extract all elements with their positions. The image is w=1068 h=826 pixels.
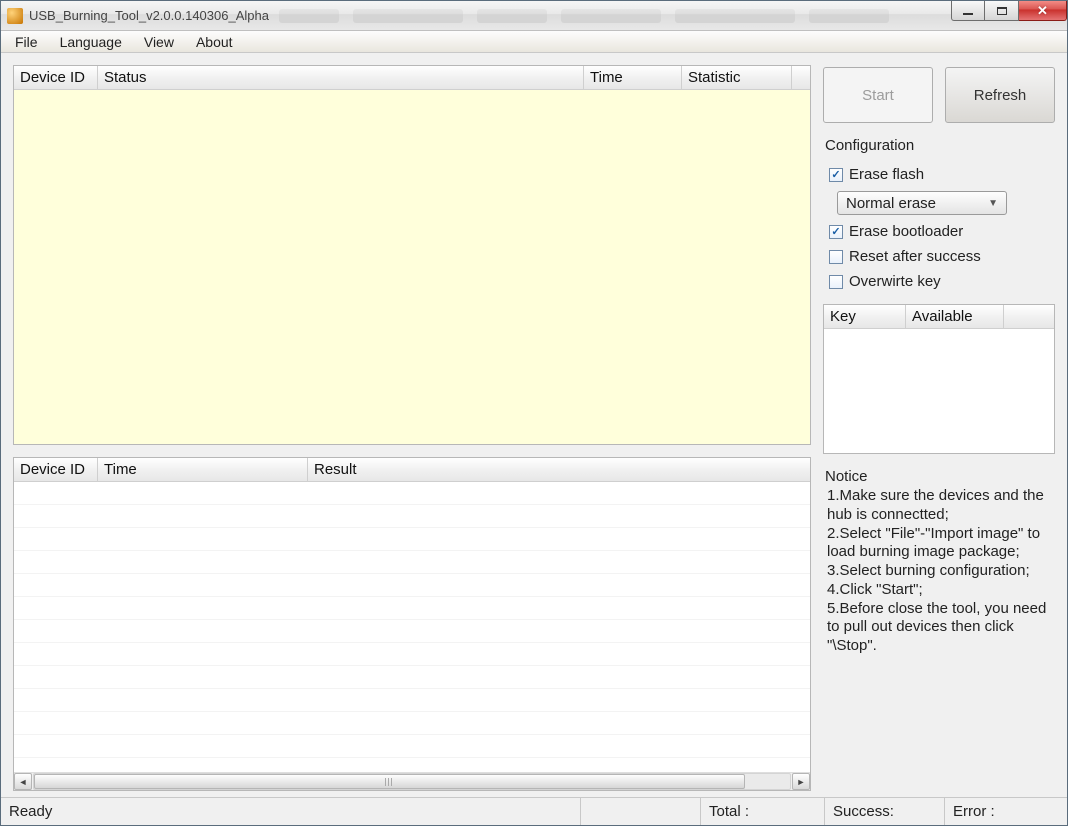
right-column: Start Refresh Configuration ✓ Erase flas… bbox=[823, 65, 1055, 791]
notice-line-3: 3.Select burning configuration; bbox=[827, 562, 1051, 581]
maximize-icon bbox=[997, 7, 1007, 15]
notice-title: Notice bbox=[823, 468, 1055, 485]
col-key[interactable]: Key bbox=[824, 305, 906, 329]
status-blank bbox=[581, 798, 701, 825]
client-area: Device ID Status Time Statistic Device I… bbox=[1, 53, 1067, 797]
window-title: USB_Burning_Tool_v2.0.0.140306_Alpha bbox=[29, 8, 269, 23]
title-bar: USB_Burning_Tool_v2.0.0.140306_Alpha ✕ bbox=[1, 1, 1067, 31]
overwrite-key-label: Overwirte key bbox=[849, 273, 941, 290]
overwrite-key-row[interactable]: Overwirte key bbox=[823, 273, 1055, 290]
erase-mode-select[interactable]: Normal erase ▼ bbox=[837, 191, 1007, 215]
status-ready: Ready bbox=[1, 798, 581, 825]
col-spacer bbox=[792, 66, 810, 90]
window-controls: ✕ bbox=[951, 1, 1067, 21]
erase-bootloader-checkbox[interactable]: ✓ bbox=[829, 225, 843, 239]
key-table-body[interactable] bbox=[824, 329, 1054, 453]
col-status[interactable]: Status bbox=[98, 66, 584, 90]
results-table-header: Device ID Time Result bbox=[14, 458, 810, 482]
chevron-down-icon: ▼ bbox=[988, 198, 998, 209]
start-button[interactable]: Start bbox=[823, 67, 933, 123]
col-blank bbox=[1004, 305, 1054, 329]
reset-after-success-checkbox[interactable] bbox=[829, 250, 843, 264]
key-table: Key Available bbox=[823, 304, 1055, 454]
status-success: Success: bbox=[825, 798, 945, 825]
menu-about[interactable]: About bbox=[186, 33, 243, 51]
minimize-button[interactable] bbox=[951, 1, 985, 21]
erase-mode-value: Normal erase bbox=[846, 195, 936, 212]
scroll-grip-icon bbox=[385, 778, 393, 786]
col-result[interactable]: Result bbox=[308, 458, 810, 482]
app-window: USB_Burning_Tool_v2.0.0.140306_Alpha ✕ F… bbox=[0, 0, 1068, 826]
key-table-header: Key Available bbox=[824, 305, 1054, 329]
status-total: Total : bbox=[701, 798, 825, 825]
erase-flash-checkbox[interactable]: ✓ bbox=[829, 168, 843, 182]
action-buttons: Start Refresh bbox=[823, 67, 1055, 123]
close-button[interactable]: ✕ bbox=[1019, 1, 1067, 21]
notice-line-5: 5.Before close the tool, you need to pul… bbox=[827, 600, 1051, 656]
app-icon bbox=[7, 8, 23, 24]
menu-bar: File Language View About bbox=[1, 31, 1067, 53]
col-device-id[interactable]: Device ID bbox=[14, 66, 98, 90]
devices-table-header: Device ID Status Time Statistic bbox=[14, 66, 810, 90]
configuration-title: Configuration bbox=[823, 137, 1055, 154]
horizontal-scrollbar[interactable]: ◄ ► bbox=[14, 772, 810, 790]
results-table-body[interactable] bbox=[14, 482, 810, 772]
col-device-id-2[interactable]: Device ID bbox=[14, 458, 98, 482]
notice-line-4: 4.Click "Start"; bbox=[827, 581, 1051, 600]
scroll-track[interactable] bbox=[33, 773, 791, 790]
devices-table: Device ID Status Time Statistic bbox=[13, 65, 811, 445]
results-table: Device ID Time Result ◄ ► bbox=[13, 457, 811, 791]
menu-view[interactable]: View bbox=[134, 33, 184, 51]
left-column: Device ID Status Time Statistic Device I… bbox=[13, 65, 811, 791]
erase-flash-row[interactable]: ✓ Erase flash bbox=[823, 166, 1055, 183]
scroll-thumb[interactable] bbox=[34, 774, 745, 789]
erase-bootloader-row[interactable]: ✓ Erase bootloader bbox=[823, 223, 1055, 240]
reset-after-success-label: Reset after success bbox=[849, 248, 981, 265]
status-bar: Ready Total : Success: Error : bbox=[1, 797, 1067, 825]
status-error: Error : bbox=[945, 798, 1067, 825]
refresh-button[interactable]: Refresh bbox=[945, 67, 1055, 123]
col-statistic[interactable]: Statistic bbox=[682, 66, 792, 90]
menu-language[interactable]: Language bbox=[50, 33, 132, 51]
notice-line-1: 1.Make sure the devices and the hub is c… bbox=[827, 487, 1051, 525]
scroll-right-button[interactable]: ► bbox=[792, 773, 810, 790]
minimize-icon bbox=[963, 13, 973, 15]
devices-table-body[interactable] bbox=[14, 90, 810, 444]
erase-bootloader-label: Erase bootloader bbox=[849, 223, 963, 240]
background-tabs bbox=[279, 5, 1067, 27]
configuration-group: ✓ Erase flash Normal erase ▼ ✓ Erase boo… bbox=[823, 162, 1055, 290]
col-time[interactable]: Time bbox=[584, 66, 682, 90]
erase-flash-label: Erase flash bbox=[849, 166, 924, 183]
col-available[interactable]: Available bbox=[906, 305, 1004, 329]
notice-section: Notice 1.Make sure the devices and the h… bbox=[823, 468, 1055, 656]
maximize-button[interactable] bbox=[985, 1, 1019, 21]
col-time-2[interactable]: Time bbox=[98, 458, 308, 482]
overwrite-key-checkbox[interactable] bbox=[829, 275, 843, 289]
close-icon: ✕ bbox=[1037, 3, 1048, 19]
scroll-left-button[interactable]: ◄ bbox=[14, 773, 32, 790]
notice-text: 1.Make sure the devices and the hub is c… bbox=[823, 487, 1055, 656]
notice-line-2: 2.Select "File"-"Import image" to load b… bbox=[827, 525, 1051, 563]
menu-file[interactable]: File bbox=[5, 33, 48, 51]
reset-after-success-row[interactable]: Reset after success bbox=[823, 248, 1055, 265]
